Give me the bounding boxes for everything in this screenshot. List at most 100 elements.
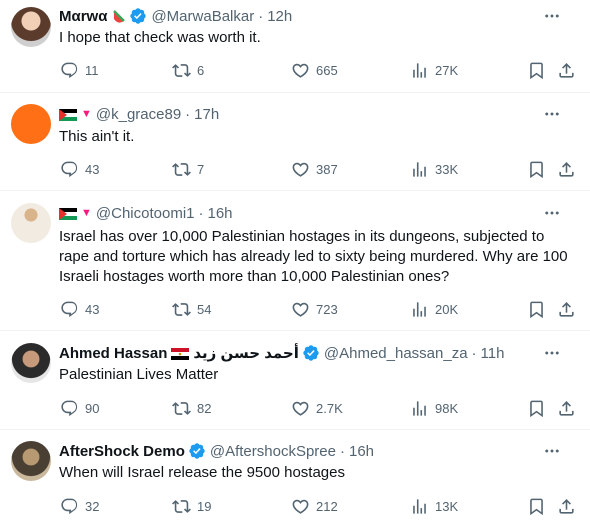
timestamp[interactable]: 17h [194, 106, 219, 123]
avatar[interactable] [11, 7, 51, 47]
views-button[interactable]: 20K [410, 300, 458, 319]
verified-badge-icon [188, 442, 206, 460]
bookmark-button[interactable] [527, 61, 546, 80]
share-icon [557, 300, 576, 319]
tweet-text: When will Israel release the 9500 hostag… [59, 464, 345, 481]
like-count: 2.7K [316, 400, 343, 416]
like-button[interactable]: 212 [291, 497, 338, 516]
avatar[interactable] [11, 441, 51, 481]
separator-dot: · [339, 442, 345, 460]
tweet[interactable]: AfterShock Demo @AftershockSpree · 16h W… [0, 430, 590, 522]
share-button[interactable] [557, 160, 576, 179]
heart-icon [291, 399, 310, 418]
handle[interactable]: @AftershockSpree [210, 443, 336, 460]
reply-button[interactable]: 11 [60, 61, 99, 80]
view-count: 13K [435, 498, 459, 514]
separator-dot: · [185, 105, 191, 123]
retweet-count: 82 [197, 400, 212, 416]
views-icon [410, 61, 429, 80]
watermelon-icon [112, 8, 126, 24]
tweet[interactable]: Ahmed Hassan أحمد حسن زيد @Ahmed_hassan_… [0, 331, 590, 430]
tweet-text: This ain't it. [59, 128, 135, 145]
display-name-arabic[interactable]: أحمد حسن زيد [193, 344, 299, 362]
like-count: 387 [316, 161, 338, 177]
bookmark-button[interactable] [527, 399, 546, 418]
bookmark-icon [527, 160, 546, 179]
reply-count: 90 [85, 400, 100, 416]
share-button[interactable] [557, 61, 576, 80]
share-button[interactable] [557, 399, 576, 418]
reply-count: 11 [85, 62, 99, 78]
heart-icon [291, 160, 310, 179]
share-icon [557, 160, 576, 179]
more-icon[interactable] [542, 441, 562, 461]
share-button[interactable] [557, 300, 576, 319]
more-icon[interactable] [542, 203, 562, 223]
more-icon[interactable] [542, 343, 562, 363]
share-button[interactable] [557, 497, 576, 516]
views-button[interactable]: 98K [410, 399, 458, 418]
reply-button[interactable]: 43 [60, 160, 99, 179]
tweet[interactable]: ▼ @Chicotoomi1 · 16h Israel has over 10,… [0, 191, 590, 331]
bookmark-icon [527, 300, 546, 319]
retweet-icon [172, 160, 191, 179]
bookmark-icon [527, 497, 546, 516]
verified-badge-icon [129, 7, 147, 25]
timestamp[interactable]: 16h [208, 205, 233, 222]
reply-icon [60, 399, 79, 418]
view-count: 33K [435, 161, 459, 177]
reply-button[interactable]: 90 [60, 399, 99, 418]
retweet-count: 7 [197, 161, 205, 177]
views-button[interactable]: 33K [410, 160, 458, 179]
tweet[interactable]: ▼ @k_grace89 · 17h This ain't it. 43 7 3… [0, 93, 590, 191]
like-button[interactable]: 2.7K [291, 399, 343, 418]
bookmark-button[interactable] [527, 160, 546, 179]
separator-dot: · [471, 344, 477, 362]
avatar[interactable] [11, 203, 51, 243]
reply-icon [60, 497, 79, 516]
view-count: 20K [435, 301, 459, 317]
retweet-icon [172, 497, 191, 516]
timestamp[interactable]: 11h [481, 345, 505, 362]
view-count: 98K [435, 400, 459, 416]
like-button[interactable]: 665 [291, 61, 338, 80]
handle[interactable]: @MarwaBalkar [151, 8, 254, 25]
display-name[interactable]: Mαrwα [59, 8, 107, 25]
like-button[interactable]: 723 [291, 300, 338, 319]
avatar[interactable] [11, 104, 51, 144]
bookmark-icon [527, 399, 546, 418]
bookmark-button[interactable] [527, 497, 546, 516]
retweet-button[interactable]: 19 [172, 497, 211, 516]
display-name[interactable]: Ahmed Hassan [59, 345, 167, 362]
timestamp[interactable]: 16h [349, 443, 374, 460]
handle[interactable]: @Ahmed_hassan_za [324, 345, 468, 362]
more-icon[interactable] [542, 104, 562, 124]
handle[interactable]: @k_grace89 [96, 106, 181, 123]
avatar[interactable] [11, 343, 51, 383]
tweet-text: Israel has over 10,000 Palestinian hosta… [59, 228, 568, 285]
retweet-count: 6 [197, 62, 205, 78]
like-count: 212 [316, 498, 338, 514]
bookmark-button[interactable] [527, 300, 546, 319]
more-icon[interactable] [542, 6, 562, 26]
like-button[interactable]: 387 [291, 160, 338, 179]
handle[interactable]: @Chicotoomi1 [96, 205, 195, 222]
egypt-flag-icon [171, 347, 189, 359]
retweet-button[interactable]: 7 [172, 160, 204, 179]
heart-icon [291, 497, 310, 516]
retweet-button[interactable]: 54 [172, 300, 211, 319]
views-icon [410, 497, 429, 516]
palestine-flag-icon [59, 207, 77, 219]
retweet-button[interactable]: 82 [172, 399, 211, 418]
reply-button[interactable]: 43 [60, 300, 99, 319]
tweet[interactable]: Mαrwα @MarwaBalkar · 12h I hope that che… [0, 0, 590, 93]
timestamp[interactable]: 12h [267, 8, 292, 25]
retweet-button[interactable]: 6 [172, 61, 204, 80]
reply-button[interactable]: 32 [60, 497, 99, 516]
views-button[interactable]: 13K [410, 497, 458, 516]
reply-icon [60, 300, 79, 319]
display-name[interactable]: AfterShock Demo [59, 443, 185, 460]
views-button[interactable]: 27K [410, 61, 458, 80]
view-count: 27K [435, 62, 459, 78]
views-icon [410, 300, 429, 319]
